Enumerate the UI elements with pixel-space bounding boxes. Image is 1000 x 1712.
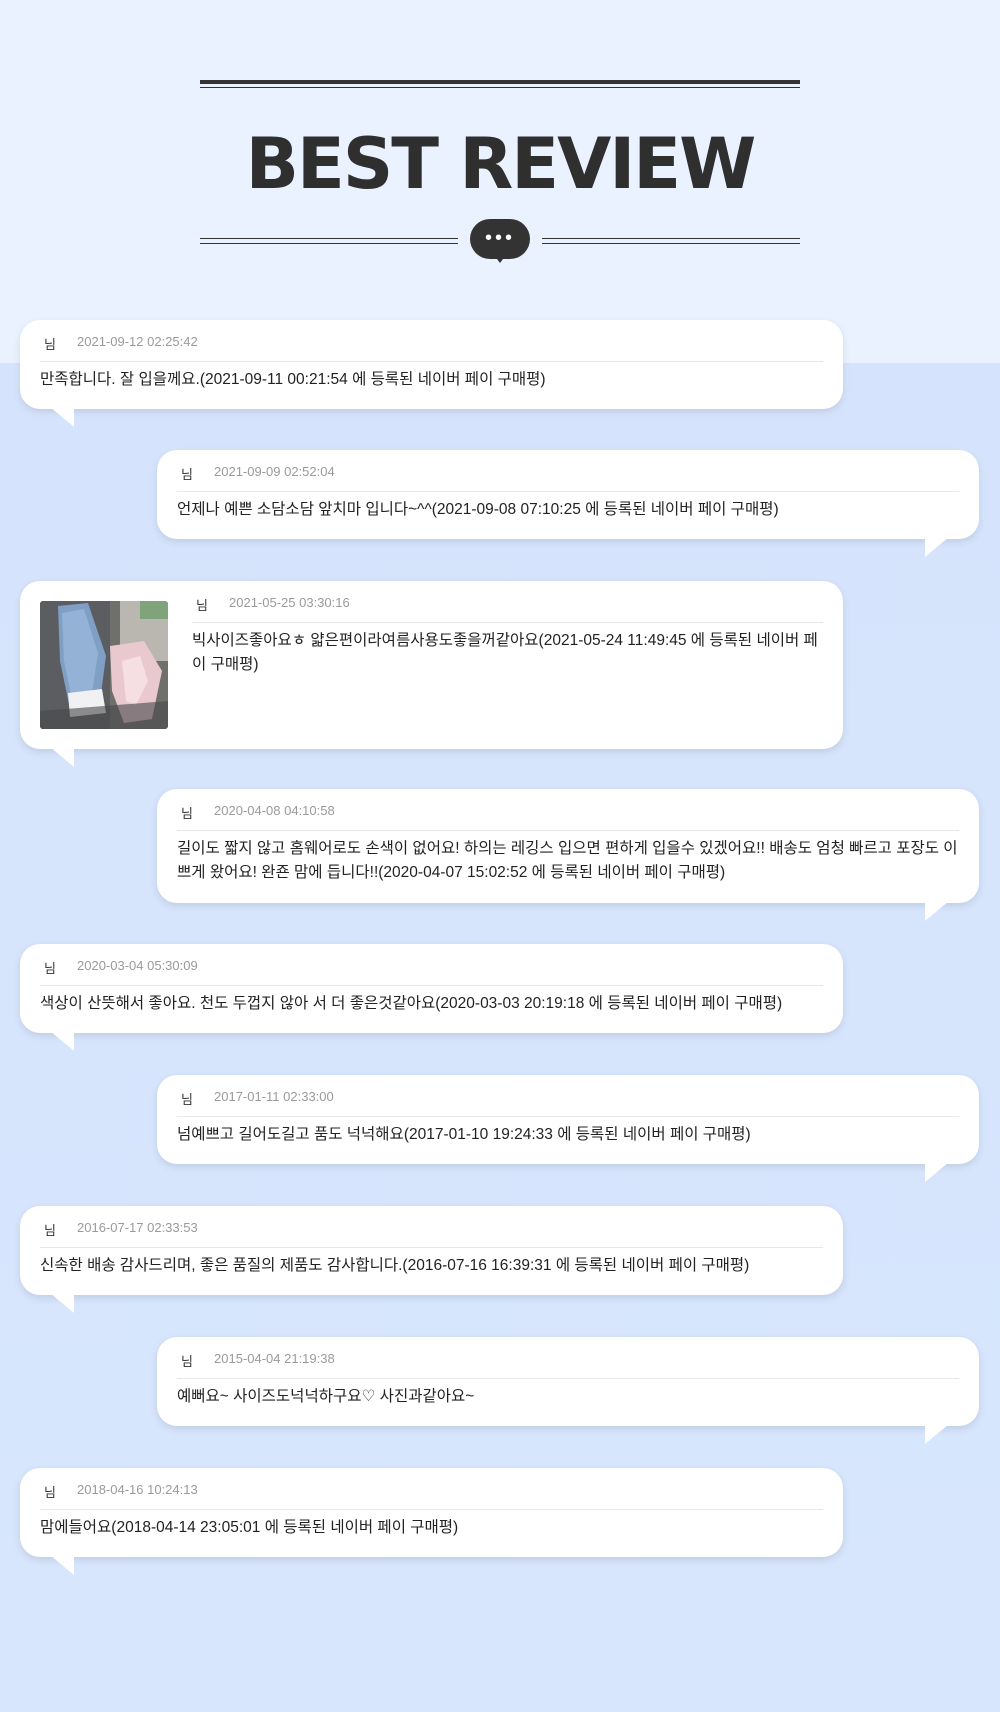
- review-date: 2015-04-04 21:19:38: [214, 1351, 335, 1366]
- reviewer-nickname: 님: [44, 337, 56, 352]
- review-meta: 님 2021-09-12 02:25:42: [40, 320, 823, 362]
- header-rule-left-thin: [200, 243, 458, 244]
- reviewer-nickname: 님: [181, 467, 193, 482]
- speech-tail: [925, 537, 949, 557]
- review-content: 길이도 짧지 않고 홈웨어로도 손색이 없어요! 하의는 레깅스 입으면 편하게…: [177, 840, 958, 881]
- reviewer-nickname: 님: [181, 1092, 193, 1107]
- review-meta: 님 2021-09-09 02:52:04: [177, 450, 959, 492]
- page-title: BEST REVIEW: [245, 123, 757, 205]
- review-meta: 님 2016-07-17 02:33:53: [40, 1206, 823, 1248]
- speech-tail: [50, 407, 74, 427]
- speech-tail: [50, 1031, 74, 1051]
- review-card[interactable]: 님 2020-03-04 05:30:09 색상이 산뜻해서 좋아요. 천도 두…: [20, 944, 843, 1051]
- review-card[interactable]: 님 2021-09-12 02:25:42 만족합니다. 잘 입을께요.(202…: [20, 320, 843, 427]
- review-card[interactable]: 님 2017-01-11 02:33:00 넘예쁘고 길어도길고 품도 넉넉해요…: [157, 1075, 979, 1182]
- review-date: 2021-09-12 02:25:42: [77, 334, 198, 349]
- review-card[interactable]: 님 2016-07-17 02:33:53 신속한 배송 감사드리며, 좋은 품…: [20, 1206, 843, 1313]
- reviewer-nickname: 님: [44, 1223, 56, 1238]
- review-content: 맘에들어요(2018-04-14 23:05:01 에 등록된 네이버 페이 구…: [40, 1519, 459, 1536]
- header-rule-left: [200, 238, 458, 239]
- review-card[interactable]: 님 2020-04-08 04:10:58 길이도 짧지 않고 홈웨어로도 손색…: [157, 789, 979, 921]
- review-content: 넘예쁘고 길어도길고 품도 넉넉해요(2017-01-10 19:24:33 에…: [177, 1126, 751, 1143]
- review-meta: 님 2021-05-25 03:30:16: [192, 581, 823, 623]
- review-card[interactable]: 님 2018-04-16 10:24:13 맘에들어요(2018-04-14 2…: [20, 1468, 843, 1575]
- review-meta: 님 2015-04-04 21:19:38: [177, 1337, 959, 1379]
- review-card[interactable]: 님 2015-04-04 21:19:38 예뻐요~ 사이즈도넉넉하구요♡ 사진…: [157, 1337, 979, 1444]
- review-date: 2021-05-25 03:30:16: [229, 595, 350, 610]
- reviewer-nickname: 님: [196, 598, 208, 613]
- reviewer-nickname: 님: [181, 806, 193, 821]
- review-content: 색상이 산뜻해서 좋아요. 천도 두껍지 않아 서 더 좋은것같아요(2020-…: [40, 995, 783, 1012]
- review-photo[interactable]: [40, 601, 168, 729]
- header-rule-top-thin: [200, 87, 800, 88]
- review-meta: 님 2018-04-16 10:24:13: [40, 1468, 823, 1510]
- review-content: 언제나 예쁜 소담소담 앞치마 입니다~^^(2021-09-08 07:10:…: [177, 501, 779, 518]
- review-content: 만족합니다. 잘 입을께요.(2021-09-11 00:21:54 에 등록된…: [40, 371, 546, 388]
- best-review-header: BEST REVIEW •••: [0, 0, 1000, 300]
- review-meta: 님 2020-03-04 05:30:09: [40, 944, 823, 986]
- review-content: 신속한 배송 감사드리며, 좋은 품질의 제품도 감사합니다.(2016-07-…: [40, 1257, 750, 1274]
- header-rule-right: [542, 238, 800, 239]
- speech-tail: [925, 901, 949, 921]
- speech-tail: [50, 747, 74, 767]
- reviewer-nickname: 님: [44, 961, 56, 976]
- review-meta: 님 2017-01-11 02:33:00: [177, 1075, 959, 1117]
- review-meta: 님 2020-04-08 04:10:58: [177, 789, 959, 831]
- header-rule-top: [200, 80, 800, 84]
- reviewer-nickname: 님: [44, 1485, 56, 1500]
- review-date: 2021-09-09 02:52:04: [214, 464, 335, 479]
- header-rule-right-thin: [542, 243, 800, 244]
- speech-tail: [925, 1162, 949, 1182]
- review-date: 2020-04-08 04:10:58: [214, 803, 335, 818]
- review-content: 예뻐요~ 사이즈도넉넉하구요♡ 사진과같아요~: [177, 1388, 475, 1405]
- review-date: 2017-01-11 02:33:00: [214, 1089, 334, 1104]
- review-date: 2020-03-04 05:30:09: [77, 958, 198, 973]
- speech-tail: [925, 1424, 949, 1444]
- review-content: 빅사이즈좋아요ㅎ 얇은편이라여름사용도좋을꺼같아요(2021-05-24 11:…: [192, 632, 818, 673]
- review-date: 2016-07-17 02:33:53: [77, 1220, 198, 1235]
- speech-tail: [50, 1293, 74, 1313]
- review-date: 2018-04-16 10:24:13: [77, 1482, 198, 1497]
- chat-bubble-icon: •••: [470, 219, 530, 263]
- speech-tail: [50, 1555, 74, 1575]
- reviewer-nickname: 님: [181, 1354, 193, 1369]
- review-card[interactable]: 님 2021-09-09 02:52:04 언제나 예쁜 소담소담 앞치마 입니…: [157, 450, 979, 557]
- review-card[interactable]: 님 2021-05-25 03:30:16 빅사이즈좋아요ㅎ 얇은편이라여름사용…: [20, 581, 843, 767]
